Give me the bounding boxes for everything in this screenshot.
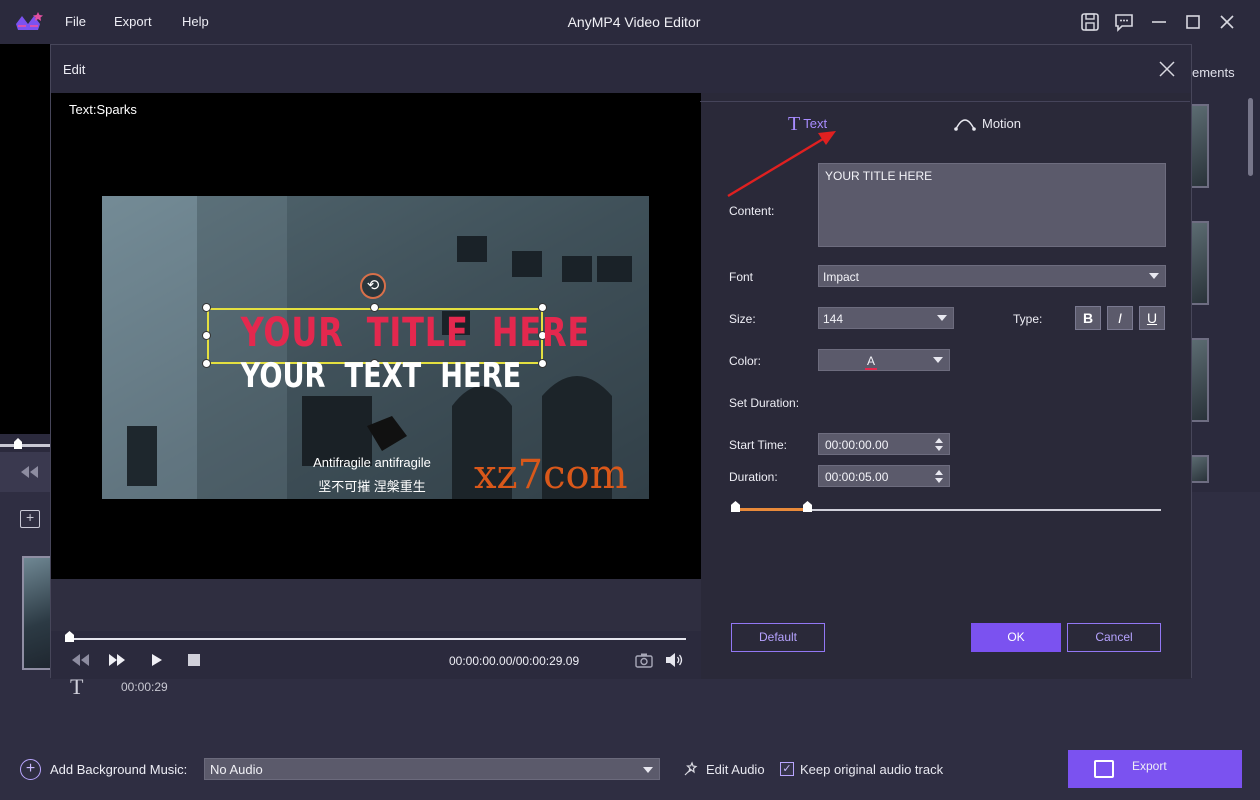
add-music-label: Add Background Music: [50,762,188,777]
rewind-icon[interactable] [18,464,40,480]
add-music-icon[interactable]: + [20,759,41,780]
start-time-input[interactable]: 00:00:00.00 [818,433,950,455]
cancel-button[interactable]: Cancel [1067,623,1161,652]
close-icon[interactable] [1157,59,1177,79]
tab-motion[interactable]: Motion [954,112,1021,131]
content-label: Content: [729,204,775,218]
chevron-down-icon [643,767,653,773]
tab-motion-label: Motion [982,116,1022,131]
maximize-icon[interactable] [1181,10,1205,34]
set-duration-label: Set Duration: [729,396,800,410]
color-select[interactable]: A [818,349,950,371]
timeline-clip-thumbnail[interactable] [22,556,52,670]
font-label: Font [729,270,754,284]
ok-button[interactable]: OK [971,623,1061,652]
underline-button[interactable]: U [1139,306,1165,330]
keep-original-audio-label: Keep original audio track [800,762,944,777]
font-select[interactable]: Impact [818,265,1166,287]
save-icon[interactable] [1078,10,1102,34]
start-time-label: Start Time: [729,438,788,452]
size-select[interactable]: 144 [818,307,954,329]
video-caption-line1: Antifragile antifragile [313,455,431,470]
video-caption-line2: 坚不可摧 涅槃重生 [318,479,426,494]
duration-value: 00:00:05.00 [825,470,889,484]
color-swatch-value: A [864,354,877,370]
preview-timecode: 00:00:00.00/00:00:29.09 [449,654,580,668]
italic-button[interactable]: I [1107,306,1133,330]
decrement-icon[interactable] [935,478,943,483]
annotation-arrow-icon [727,131,836,198]
rotate-handle-icon[interactable]: ⟲ [360,273,386,299]
increment-icon[interactable] [935,470,943,475]
type-label: Type: [1013,312,1043,326]
duration-range-fill [735,508,807,511]
video-frame: ⟲ YOUR TITLE HERE YOUR TEXT HERE Antifra… [102,196,649,499]
resize-handle[interactable] [538,359,547,368]
edit-audio-icon[interactable] [682,760,700,778]
add-folder-icon[interactable]: + [20,509,40,528]
chevron-down-icon [937,315,947,321]
default-button[interactable]: Default [731,623,825,652]
bold-button[interactable]: B [1075,306,1101,330]
duration-label: Duration: [729,470,778,484]
watermark-text: xz7com [474,452,628,498]
font-value: Impact [823,270,860,284]
decrement-icon[interactable] [935,446,943,451]
minimize-icon[interactable] [1147,10,1171,34]
size-label: Size: [729,312,756,326]
timeline-clip-duration: 00:00:29 [121,680,168,694]
content-textarea[interactable]: YOUR TITLE HERE [818,163,1166,247]
preview-spacer [51,579,701,631]
increment-icon[interactable] [935,438,943,443]
dialog-header [51,45,1191,93]
app-title: AnyMP4 Video Editor [567,14,701,30]
export-icon [1094,760,1114,778]
elements-panel-title: ements [1192,65,1235,80]
resize-handle[interactable] [202,359,211,368]
preview-effect-label: Text:Sparks [69,102,137,117]
resize-handle[interactable] [202,303,211,312]
overlay-title-text: YOUR TITLE HERE [240,310,591,356]
background-audio-value: No Audio [210,762,263,777]
keep-original-audio-checkbox[interactable]: ✓ [780,762,794,776]
stop-icon[interactable] [183,650,205,670]
main-seek-handle[interactable] [14,438,22,449]
background-audio-select[interactable]: No Audio [204,758,660,780]
overlay-subtitle-text: YOUR TEXT HERE [240,356,522,396]
tab-divider [700,101,1190,102]
color-label: Color: [729,354,762,368]
duration-input[interactable]: 00:00:05.00 [818,465,950,487]
edit-audio-button[interactable]: Edit Audio [706,762,765,777]
feedback-icon[interactable] [1112,10,1136,34]
elements-scrollbar[interactable] [1248,98,1253,176]
rewind-icon[interactable] [69,650,91,670]
start-time-value: 00:00:00.00 [825,438,889,452]
motion-path-icon [954,119,976,131]
preview-seek-bar[interactable] [68,638,686,640]
snapshot-camera-icon[interactable] [633,650,655,670]
close-window-icon[interactable] [1215,10,1239,34]
dialog-title: Edit [63,62,86,77]
edit-dialog: Edit Text:Sparks ⟲ YOUR TITLE HERE YOUR … [50,44,1192,679]
export-button-label: Export [1132,759,1167,773]
main-control-bar [0,452,50,492]
main-preview-area [0,44,50,434]
chevron-down-icon [933,357,943,363]
chevron-down-icon [1149,273,1159,279]
resize-handle[interactable] [202,331,211,340]
volume-icon[interactable] [663,650,685,670]
main-seek-bar[interactable] [0,444,50,447]
play-icon[interactable] [145,650,167,670]
export-button[interactable]: Export [1068,750,1242,788]
fast-forward-icon[interactable] [106,650,128,670]
size-value: 144 [823,312,844,326]
